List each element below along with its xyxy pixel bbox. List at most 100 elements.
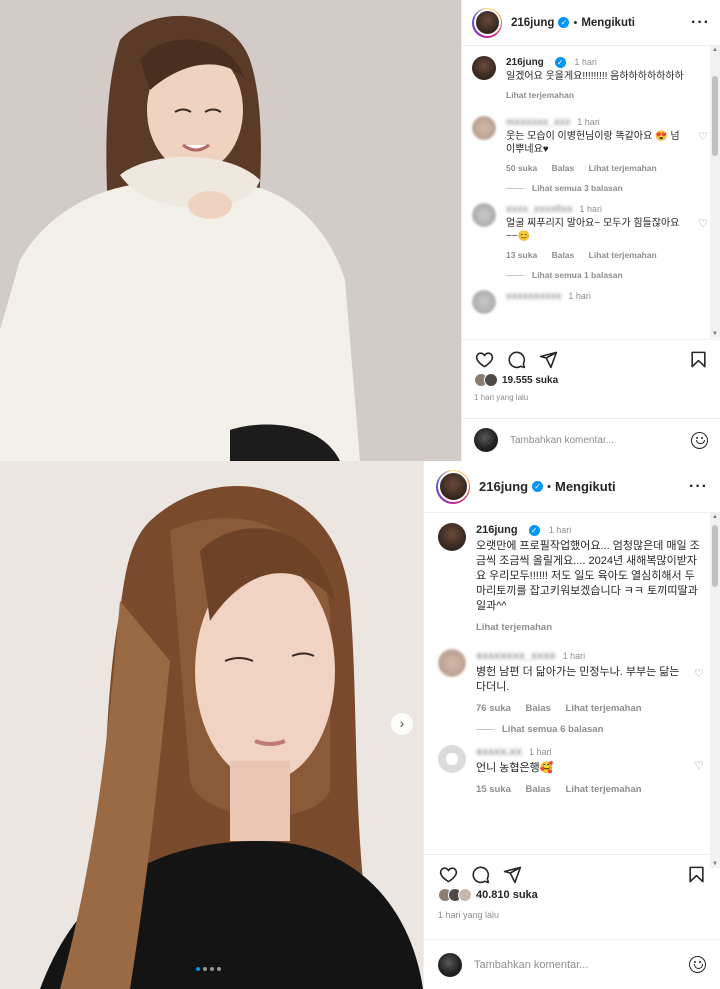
avatar[interactable] [473,9,501,36]
view-replies-link[interactable]: Lihat semua 3 balasan [506,183,708,193]
reply-button[interactable]: Balas [552,250,575,260]
comment-time: 1 hari [577,117,600,127]
reply-button[interactable]: Balas [526,784,551,795]
reply-button[interactable]: Balas [552,163,575,173]
see-translation-link[interactable]: Lihat terjemahan [506,89,708,102]
caption-text: 오랫만에 프로필작업했어요... 엄청많은데 매일 조금씩 조금씩 올릴게요..… [476,540,700,612]
username[interactable]: 216jung [511,17,554,29]
scroll-thumb[interactable] [712,76,718,156]
share-paper-plane-icon[interactable] [538,350,558,370]
like-count[interactable]: 76 suka [476,703,511,714]
next-photo-button[interactable]: › [391,713,413,735]
like-comment-heart-icon[interactable]: ♡ [694,667,704,680]
avatar[interactable] [472,56,496,80]
emoji-icon[interactable] [689,956,706,973]
see-translation-link[interactable]: Lihat terjemahan [476,620,704,635]
comments-list[interactable]: 216jung ✓ 1 hari 일겠어요 웃을게요!!!!!!!!! 음하하하… [462,46,720,338]
translate-link[interactable]: Lihat terjemahan [566,703,642,714]
story-ring[interactable] [472,7,502,38]
comments-list[interactable]: 216jung ✓ 1 hari 오랫만에 프로필작업했어요... 엄청많은데 … [424,513,720,868]
comment: xxxx_xxxx0xx 1 hari 얼굴 찌푸리지 말아요~ 모두가 힘들잖… [472,203,708,262]
post-photo[interactable]: › [0,461,423,989]
more-options-icon[interactable]: ··· [691,14,710,32]
avatar[interactable] [472,116,496,140]
caption: 216jung ✓ 1 hari 오랫만에 프로필작업했어요... 엄청많은데 … [438,523,704,635]
add-comment-input[interactable]: Tambahkan komentar... [474,959,588,971]
portrait-illustration [0,0,461,461]
story-ring[interactable] [436,469,470,504]
likes-summary[interactable]: 40.810 suka [438,888,538,902]
likes-count[interactable]: 19.555 suka [502,375,558,386]
comment-bubble-icon[interactable] [470,865,490,885]
comment: xxxxxxxxxx 1 hari [472,290,708,314]
post-1: 216jung ✓ • Mengikuti ··· 216jung ✓ 1 ha… [0,0,720,461]
view-replies-link[interactable]: Lihat semua 1 balasan [506,270,708,280]
replies-label[interactable]: Lihat semua 1 balasan [532,270,623,280]
scroll-up-icon[interactable]: ▲ [710,514,720,520]
comment-username[interactable]: xxxx_xxxx0xx [506,204,573,215]
replies-label[interactable]: Lihat semua 3 balasan [532,183,623,193]
comment-meta: 76 suka Balas Lihat terjemahan [476,701,682,716]
avatar[interactable] [472,290,496,314]
portrait-illustration [0,461,423,989]
following-button[interactable]: Mengikuti [555,479,616,494]
like-count[interactable]: 13 suka [506,250,537,260]
comment-username[interactable]: xxxxx.xx [476,746,522,758]
post-header: 216jung ✓ • Mengikuti ··· [424,461,720,513]
translate-link[interactable]: Lihat terjemahan [589,250,657,260]
verified-icon: ✓ [532,481,544,492]
emoji-icon[interactable] [691,431,708,449]
avatar[interactable] [437,471,469,502]
like-heart-icon[interactable] [474,350,494,370]
likes-count[interactable]: 40.810 suka [476,889,538,901]
verified-icon: ✓ [528,525,540,536]
more-options-icon[interactable]: ··· [689,478,708,496]
avatar[interactable] [438,649,466,677]
comment-meta: 15 suka Balas Lihat terjemahan [476,782,682,797]
username[interactable]: 216jung [479,479,528,494]
share-paper-plane-icon[interactable] [502,865,522,885]
caption-username[interactable]: 216jung [476,524,518,536]
carousel-indicator [196,967,224,971]
caption-username[interactable]: 216jung [506,57,544,68]
avatar[interactable] [472,203,496,227]
carousel-dot [217,967,221,971]
view-replies-link[interactable]: Lihat semua 6 balasan [476,724,704,735]
scrollbar[interactable]: ▲ ▼ [710,46,720,338]
reply-button[interactable]: Balas [526,703,551,714]
like-heart-icon[interactable] [438,865,458,885]
comment: mxxxxxx_xxx 1 hari 웃는 모습이 이병헌님이랑 똑같아요 😍 … [472,116,708,175]
current-user-avatar [474,428,498,452]
bookmark-icon[interactable] [686,865,706,885]
like-comment-heart-icon[interactable]: ♡ [698,130,708,143]
like-comment-heart-icon[interactable]: ♡ [698,217,708,230]
carousel-dot [210,967,214,971]
scroll-thumb[interactable] [712,525,718,587]
translate-link[interactable]: Lihat terjemahan [566,784,642,795]
comment-text: 웃는 모습이 이병헌님이랑 똑같아요 😍 넘 이뿌네요♥ [506,131,680,155]
liker-avatar [458,888,472,902]
comment-username[interactable]: mxxxxxx_xxx [506,117,571,128]
like-comment-heart-icon[interactable]: ♡ [694,759,704,772]
comment-username[interactable]: xxxxxxxx_xxxx [476,650,556,662]
comment-username[interactable]: xxxxxxxxxx [506,291,562,302]
likes-summary[interactable]: 19.555 suka [474,373,558,387]
scrollbar[interactable]: ▲ ▼ [710,513,720,868]
scroll-down-icon[interactable]: ▼ [710,331,720,337]
avatar[interactable] [438,745,466,773]
comment-bubble-icon[interactable] [506,350,526,370]
bookmark-icon[interactable] [688,350,708,370]
scroll-up-icon[interactable]: ▲ [710,47,720,53]
post-2: › 216jung ✓ • Mengikuti ··· 216jung ✓ 1 … [0,461,720,989]
like-count[interactable]: 15 suka [476,784,511,795]
post-header: 216jung ✓ • Mengikuti ··· [462,0,720,46]
replies-label[interactable]: Lihat semua 6 balasan [502,724,603,735]
verified-icon: ✓ [554,57,566,68]
translate-link[interactable]: Lihat terjemahan [589,163,657,173]
comment-meta: 50 suka Balas Lihat terjemahan [506,162,690,175]
add-comment-input[interactable]: Tambahkan komentar... [510,435,614,446]
avatar[interactable] [438,523,466,551]
following-button[interactable]: Mengikuti [581,17,635,29]
like-count[interactable]: 50 suka [506,163,537,173]
post-photo[interactable] [0,0,461,461]
